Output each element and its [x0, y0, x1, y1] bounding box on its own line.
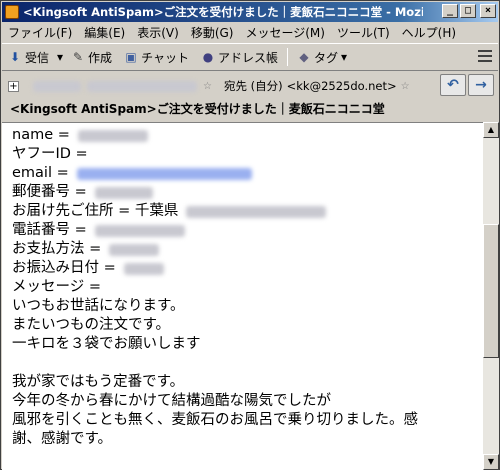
chat-label: チャット: [141, 50, 189, 65]
body-line-transfer-date: お振込み日付 =: [12, 259, 483, 278]
scroll-down-button[interactable]: ▼: [483, 454, 499, 470]
star-icon[interactable]: ☆: [203, 81, 212, 92]
pencil-icon: ✎: [73, 50, 84, 64]
body-line-phone: 電話番号 =: [12, 221, 483, 240]
receive-dropdown-button[interactable]: ▾: [55, 50, 65, 64]
message-nav: ↶ →: [440, 74, 494, 96]
menu-go[interactable]: 移動(G): [185, 24, 240, 41]
menu-edit[interactable]: 編集(E): [78, 24, 131, 41]
compose-label: 作成: [88, 50, 113, 65]
scroll-thumb[interactable]: [483, 224, 499, 358]
person-icon: ●: [202, 50, 214, 64]
email-redacted: [76, 167, 252, 180]
message-subject: <Kingsoft AntiSpam>ご注文を受付けました｜麦飯石ニコニコ堂: [10, 102, 385, 116]
vertical-scrollbar[interactable]: ▲ ▼: [483, 122, 499, 470]
menu-bar: ファイル(F) 編集(E) 表示(V) 移動(G) メッセージ(M) ツール(T…: [2, 23, 498, 42]
toolbar-separator: [286, 48, 288, 66]
thunderbird-app-icon: [5, 5, 19, 19]
body-line: 風邪を引くことも無く、麦飯石のお風呂で乗り切りました。感: [12, 412, 418, 428]
title-bar[interactable]: <Kingsoft AntiSpam>ご注文を受付けました｜麦飯石ニコニコ堂 -…: [2, 2, 498, 22]
recipient-label: 宛先 (自分): [223, 79, 283, 93]
chat-bubble-icon: ▣: [125, 50, 137, 64]
menu-tools[interactable]: ツール(T): [331, 24, 396, 41]
body-line-address: お届け先ご住所 = 千葉県: [12, 202, 483, 221]
window-title: <Kingsoft AntiSpam>ご注文を受付けました｜麦飯石ニコニコ堂 -…: [23, 5, 423, 19]
body-line: 今年の冬から春にかけて結構過酷な陽気でしたが: [12, 393, 331, 409]
body-line: またいつもの注文です。: [12, 317, 171, 333]
download-arrow-icon: ⬇: [9, 50, 21, 64]
menu-view[interactable]: 表示(V): [131, 24, 185, 41]
addressbook-label: アドレス帳: [217, 50, 278, 65]
body-line-postal: 郵便番号 =: [12, 183, 483, 202]
menu-file[interactable]: ファイル(F): [2, 24, 78, 41]
payment-redacted: [109, 243, 160, 256]
minimize-button[interactable]: _: [442, 4, 458, 18]
maximize-button[interactable]: □: [460, 4, 476, 18]
scroll-up-button[interactable]: ▲: [483, 122, 499, 138]
chat-button[interactable]: ▣ チャット: [118, 49, 195, 66]
sender-name-redacted: [33, 80, 81, 92]
body-line: いつもお世話になります。: [12, 298, 185, 314]
compose-button[interactable]: ✎ 作成: [65, 49, 118, 66]
body-line-yahoo-id: ヤフーID =: [12, 146, 88, 162]
body-line-message: メッセージ =: [12, 279, 101, 295]
tag-button[interactable]: ◆ タグ ▾: [291, 49, 353, 66]
recipient-address: <kk@2525do.net>: [286, 79, 397, 93]
body-line-email: email =: [12, 164, 483, 183]
star-icon[interactable]: ☆: [401, 81, 410, 92]
reply-back-button[interactable]: ↶: [440, 74, 466, 96]
sender-email-redacted: [87, 80, 197, 92]
toolbar: ⬇ 受信 ▾ ✎ 作成 ▣ チャット ● アドレス帳 ◆ タグ ▾: [2, 43, 498, 71]
name-redacted: [77, 129, 148, 142]
body-line: 一キロを３袋でお願いします: [12, 336, 201, 352]
menu-message[interactable]: メッセージ(M): [239, 24, 330, 41]
hamburger-menu-icon[interactable]: [478, 50, 492, 62]
address-redacted: [186, 205, 327, 218]
forward-button[interactable]: →: [468, 74, 494, 96]
message-header: + ☆ 宛先 (自分) <kk@2525do.net> ☆ ↶ → <Kings…: [2, 72, 498, 122]
body-blank-line: [12, 354, 483, 373]
phone-redacted: [94, 224, 185, 237]
tag-icon: ◆: [299, 50, 309, 64]
postal-redacted: [94, 186, 153, 199]
body-line: 我が家ではもう定番です。: [12, 374, 185, 390]
recipient-field[interactable]: 宛先 (自分) <kk@2525do.net> ☆: [224, 78, 410, 94]
body-line-payment: お支払方法 =: [12, 240, 483, 259]
sender-field[interactable]: ☆: [33, 80, 212, 92]
tag-label: タグ: [313, 50, 338, 65]
header-address-row: + ☆ 宛先 (自分) <kk@2525do.net> ☆ ↶ →: [2, 74, 498, 98]
mail-window: <Kingsoft AntiSpam>ご注文を受付けました｜麦飯石ニコニコ堂 -…: [0, 0, 500, 470]
close-button[interactable]: ×: [480, 4, 496, 18]
date-redacted: [123, 262, 164, 275]
body-line: 謝、感謝です。: [12, 431, 113, 447]
addressbook-button[interactable]: ● アドレス帳: [195, 49, 284, 66]
chevron-down-icon: ▾: [340, 50, 348, 64]
receive-label: 受信: [25, 50, 50, 65]
body-line-name: name =: [12, 126, 483, 145]
window-controls: _ □ ×: [442, 4, 496, 18]
menu-help[interactable]: ヘルプ(H): [396, 24, 462, 41]
receive-button[interactable]: ⬇ 受信: [2, 49, 55, 66]
expand-toggle-icon[interactable]: +: [8, 80, 19, 92]
message-body[interactable]: name = ヤフーID = email = 郵便番号 = お届け先ご住所 = …: [2, 122, 483, 470]
